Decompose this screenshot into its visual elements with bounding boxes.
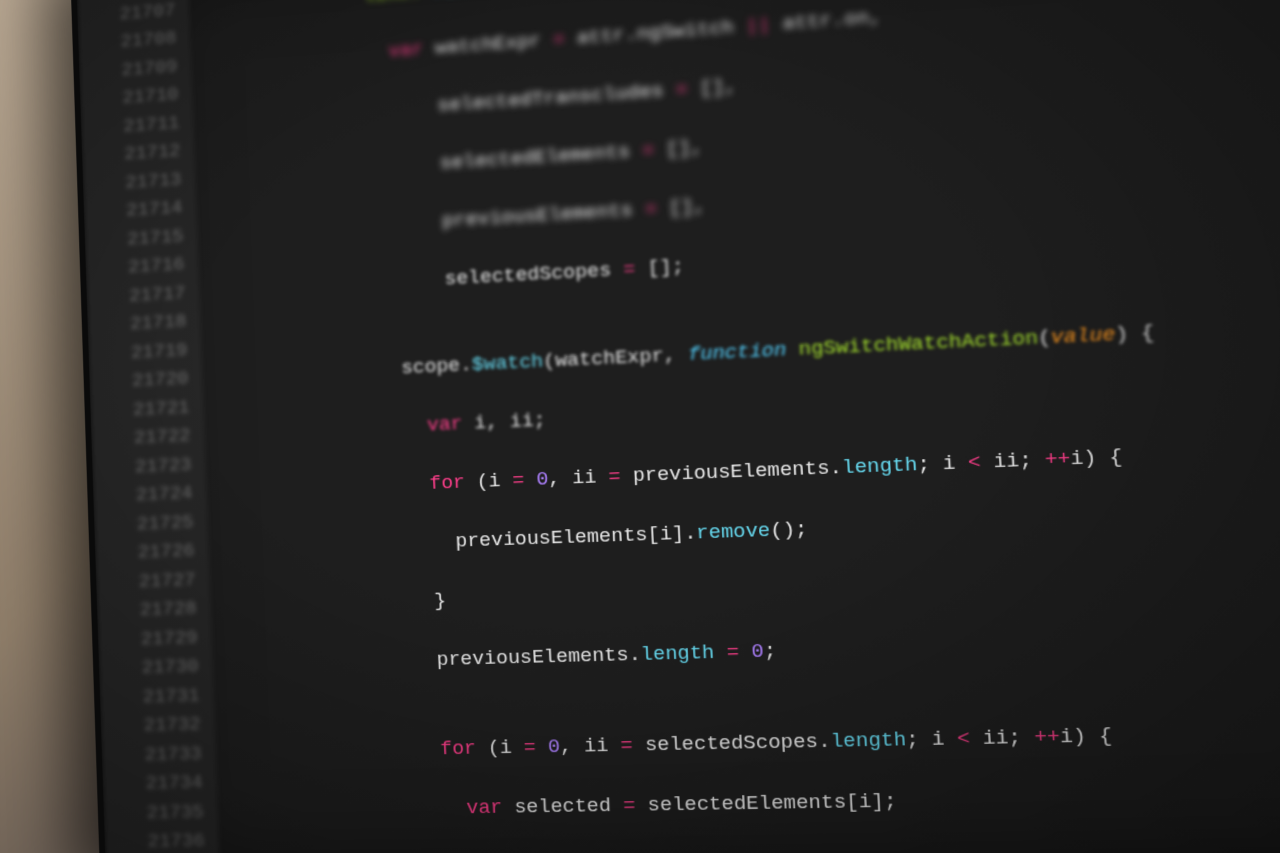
code-line[interactable]: for (i = 0, ii = selectedScopes.length; … <box>229 714 1280 768</box>
line-number: 21736 <box>124 826 205 853</box>
editor-viewport[interactable]: 21706 21707 21708 21709 21710 21711 2171… <box>76 0 1280 853</box>
line-number: 21717 <box>106 279 186 312</box>
code-editor-screen: 21706 21707 21708 21709 21710 21711 2171… <box>70 0 1280 853</box>
code-line[interactable]: previousElements[i].remove(); <box>222 493 1280 564</box>
line-number: 21725 <box>114 508 194 540</box>
line-number: 21730 <box>118 652 199 683</box>
code-line[interactable] <box>228 682 1280 709</box>
code-line[interactable]: } <box>224 556 1280 622</box>
line-number: 21714 <box>103 193 183 226</box>
line-number: 21716 <box>105 250 185 283</box>
line-number: 21719 <box>108 336 188 368</box>
line-number: 21721 <box>110 393 190 425</box>
line-number: 21734 <box>122 768 203 798</box>
line-number: 21727 <box>116 565 197 596</box>
line-number: 21722 <box>111 421 191 453</box>
line-number: 21731 <box>119 681 200 712</box>
code-line[interactable]: var selected = selectedElements[i]; <box>232 777 1280 826</box>
code-area[interactable]: link: function(scope, element, attr, ngS… <box>187 0 1280 853</box>
line-number: 21720 <box>109 364 189 396</box>
line-number: 21718 <box>107 307 187 340</box>
line-number: 21733 <box>121 739 202 770</box>
line-number: 21724 <box>113 479 193 511</box>
code-line[interactable]: selectedScopes[i].$destroy(); <box>234 841 1280 853</box>
line-number: 21715 <box>104 222 184 255</box>
line-number: 21735 <box>123 797 204 827</box>
code-line[interactable]: previousElements.length = 0; <box>226 619 1280 680</box>
line-number: 21728 <box>117 594 198 625</box>
line-number: 21723 <box>112 450 192 482</box>
line-number: 21726 <box>115 536 196 567</box>
line-number: 21732 <box>120 710 201 741</box>
code-line[interactable]: scope.$watch(watchExpr, function ngSwitc… <box>216 306 1280 391</box>
line-number: 21712 <box>101 137 181 170</box>
line-number: 21729 <box>117 623 198 654</box>
